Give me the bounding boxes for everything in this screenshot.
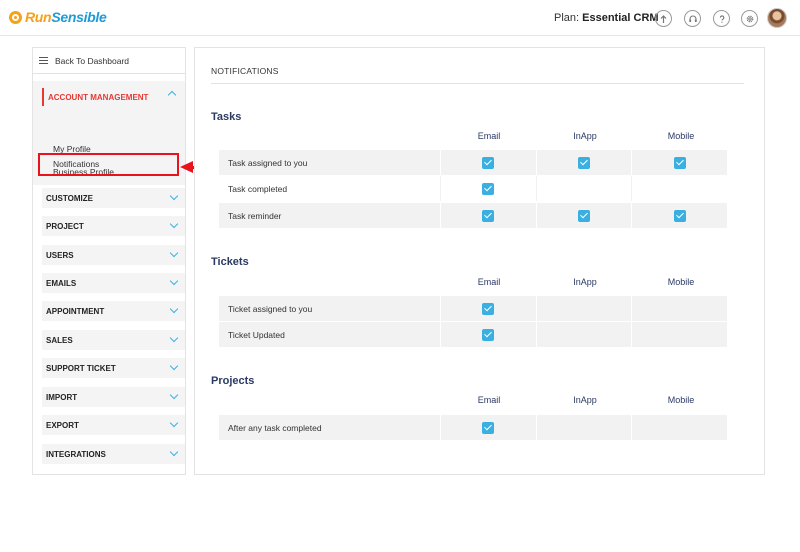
notifications-panel: NOTIFICATIONS Tasks Email InApp Mobile T… <box>194 47 765 475</box>
inapp-checkbox[interactable] <box>578 209 591 222</box>
column-header-mobile: Mobile <box>667 131 695 141</box>
title-divider <box>211 83 744 84</box>
email-checkbox[interactable] <box>482 328 495 341</box>
row-label: Task assigned to you <box>228 157 308 168</box>
column-header-email: Email <box>477 277 501 287</box>
email-checkbox[interactable] <box>482 156 495 169</box>
email-checkbox[interactable] <box>482 209 495 222</box>
email-checkbox[interactable] <box>482 302 495 315</box>
column-header-inapp: InApp <box>573 395 597 405</box>
inapp-cell[interactable] <box>535 296 632 321</box>
chevron-up-icon[interactable] <box>167 90 177 100</box>
chevron-down-icon <box>169 447 179 457</box>
row-label: Task reminder <box>228 210 282 221</box>
chevron-down-icon <box>169 191 179 201</box>
hamburger-icon <box>39 57 48 64</box>
column-header-inapp: InApp <box>573 277 597 287</box>
email-checkbox[interactable] <box>482 421 495 434</box>
row-label: Ticket assigned to you <box>228 303 313 314</box>
headset-icon[interactable] <box>684 10 701 27</box>
mobile-cell[interactable] <box>631 296 727 321</box>
help-icon[interactable] <box>713 10 730 27</box>
column-header-mobile: Mobile <box>667 395 695 405</box>
inapp-checkbox[interactable] <box>578 156 591 169</box>
sidebar-section-customize[interactable]: CUSTOMIZE <box>42 188 185 208</box>
chevron-down-icon <box>169 248 179 258</box>
mobile-checkbox[interactable] <box>673 209 686 222</box>
email-cell <box>440 150 536 175</box>
sidebar-item-notifications[interactable]: Notifications <box>53 159 99 169</box>
chevron-down-icon <box>169 304 179 314</box>
inapp-cell[interactable] <box>535 415 632 440</box>
chevron-down-icon <box>169 390 179 400</box>
email-cell <box>440 203 536 228</box>
user-avatar[interactable] <box>767 8 787 28</box>
sidebar-section-users[interactable]: USERS <box>42 245 185 265</box>
sidebar-section-integrations[interactable]: INTEGRATIONS <box>42 444 185 464</box>
sidebar-section-import[interactable]: IMPORT <box>42 387 185 407</box>
brand-name: RunSensible <box>25 9 107 25</box>
sidebar-section-project[interactable]: PROJECT <box>42 216 185 236</box>
row-label: Ticket Updated <box>228 329 285 340</box>
inapp-cell <box>535 203 632 228</box>
account-management-header[interactable]: ACCOUNT MANAGEMENT <box>42 88 148 106</box>
logo-icon <box>9 10 22 24</box>
group-title-tickets: Tickets <box>211 256 249 268</box>
back-to-dashboard-link[interactable]: Back To Dashboard <box>33 48 185 74</box>
column-header-mobile: Mobile <box>667 277 695 287</box>
email-cell <box>440 322 536 347</box>
mobile-cell[interactable] <box>631 176 727 201</box>
column-header-inapp: InApp <box>573 131 597 141</box>
chevron-down-icon <box>169 361 179 371</box>
mobile-cell <box>631 150 727 175</box>
chevron-down-icon <box>169 276 179 286</box>
table-row: Ticket Updated <box>219 322 727 347</box>
sidebar: Back To Dashboard ACCOUNT MANAGEMENT My … <box>32 47 186 475</box>
plan-indicator: Plan: Essential CRM <box>554 12 659 24</box>
table-row: Ticket assigned to you <box>219 296 727 321</box>
sidebar-section-sales[interactable]: SALES <box>42 330 185 350</box>
sidebar-section-support-ticket[interactable]: SUPPORT TICKET <box>42 358 185 378</box>
row-label: Task completed <box>228 183 288 194</box>
email-cell <box>440 176 536 201</box>
top-bar: RunSensible Plan: Essential CRM <box>0 0 800 36</box>
row-label: After any task completed <box>228 422 322 433</box>
group-title-tasks: Tasks <box>211 111 242 123</box>
mobile-checkbox[interactable] <box>673 156 686 169</box>
table-row: Task reminder <box>219 203 727 228</box>
gear-icon[interactable] <box>741 10 758 27</box>
table-row: Task completed <box>219 176 727 201</box>
inapp-cell <box>535 150 632 175</box>
column-header-email: Email <box>477 131 501 141</box>
page-title: NOTIFICATIONS <box>211 66 279 76</box>
plan-name: Essential CRM <box>582 12 659 24</box>
email-cell <box>440 296 536 321</box>
sidebar-section-appointment[interactable]: APPOINTMENT <box>42 301 185 321</box>
inapp-cell[interactable] <box>535 176 632 201</box>
email-cell <box>440 415 536 440</box>
email-checkbox[interactable] <box>482 182 495 195</box>
group-title-projects: Projects <box>211 375 255 387</box>
sidebar-section-emails[interactable]: EMAILS <box>42 273 185 293</box>
table-row: Task assigned to you <box>219 150 727 175</box>
inapp-cell[interactable] <box>535 322 632 347</box>
mobile-cell[interactable] <box>631 415 727 440</box>
column-header-email: Email <box>477 395 501 405</box>
mobile-cell[interactable] <box>631 322 727 347</box>
mobile-cell <box>631 203 727 228</box>
chevron-down-icon <box>169 333 179 343</box>
chevron-down-icon <box>169 418 179 428</box>
table-row: After any task completed <box>219 415 727 440</box>
chevron-down-icon <box>169 219 179 229</box>
sidebar-section-export[interactable]: EXPORT <box>42 415 185 435</box>
brand-logo[interactable]: RunSensible <box>9 9 107 25</box>
upload-icon[interactable] <box>655 10 672 27</box>
